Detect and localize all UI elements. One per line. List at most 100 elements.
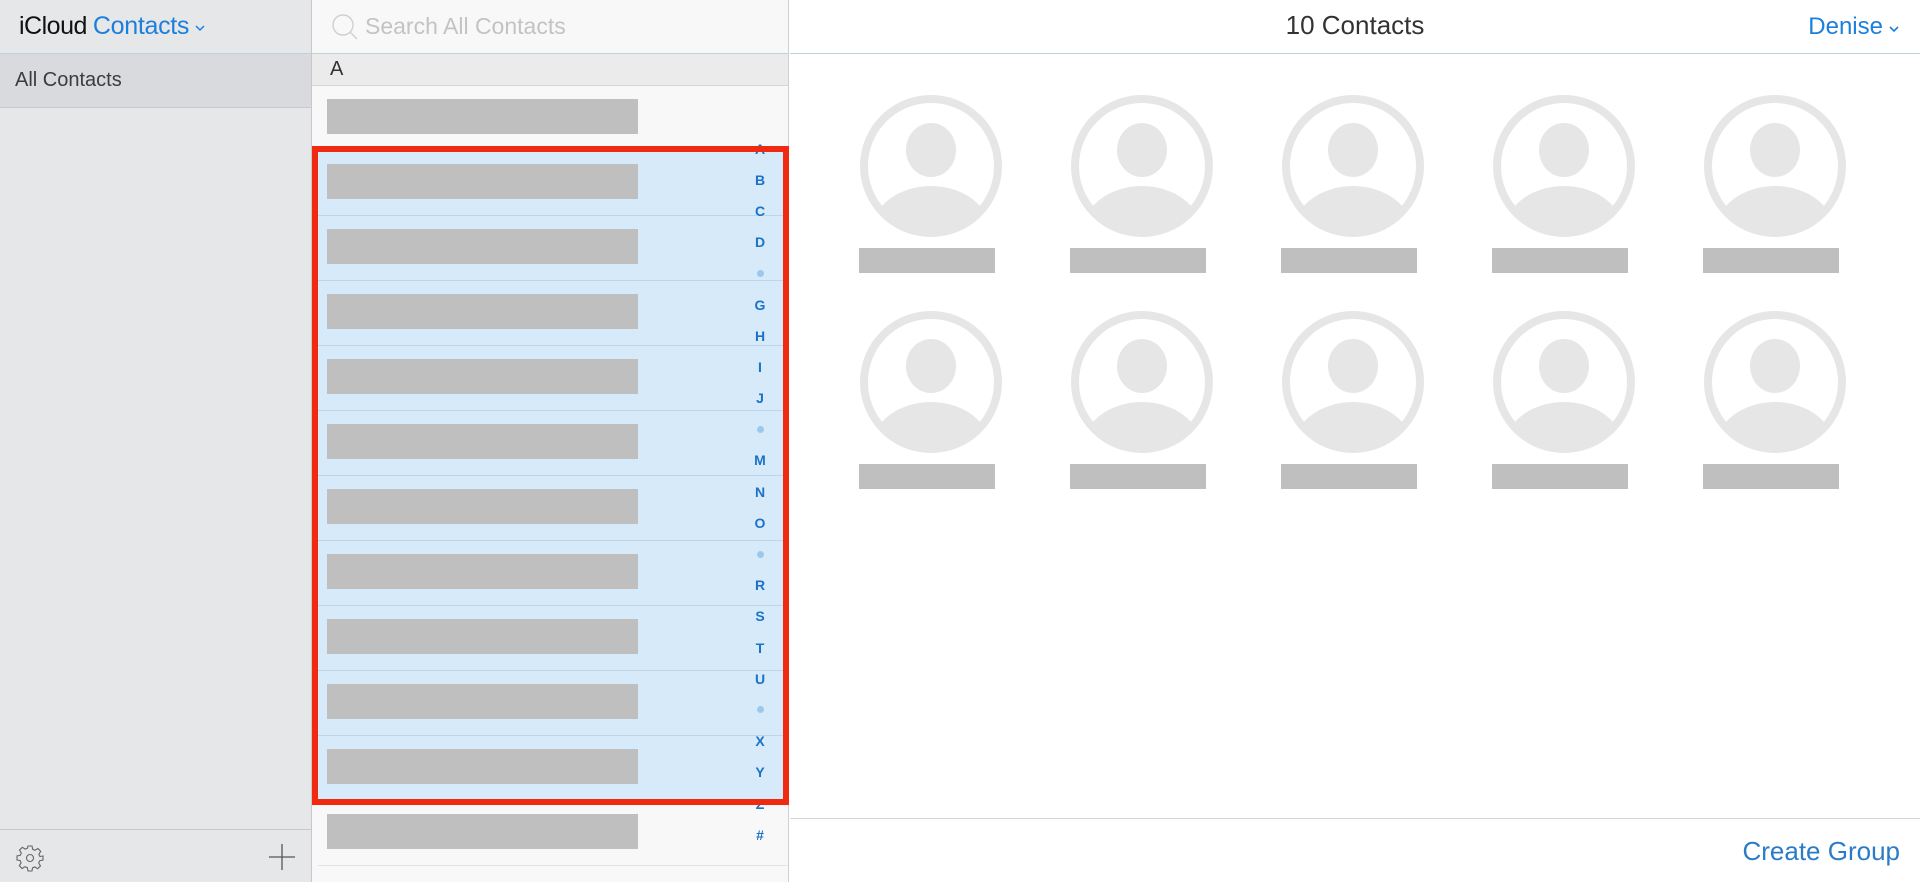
contact-row[interactable] xyxy=(312,476,788,541)
create-group-button[interactable]: Create Group xyxy=(1742,836,1900,867)
contact-card[interactable] xyxy=(1468,93,1679,279)
search-icon xyxy=(332,13,358,39)
contact-row[interactable] xyxy=(312,541,788,606)
contact-card[interactable] xyxy=(1679,309,1890,495)
avatar-placeholder-icon xyxy=(1704,311,1846,453)
contact-name-redacted xyxy=(327,359,638,394)
contact-row[interactable] xyxy=(312,606,788,671)
contact-card[interactable] xyxy=(1468,309,1679,495)
contact-card[interactable] xyxy=(1257,309,1468,495)
contact-name-redacted xyxy=(1070,248,1206,273)
contact-card-grid xyxy=(835,93,1890,495)
contact-row[interactable] xyxy=(312,736,788,801)
dot-icon xyxy=(756,269,764,277)
contact-card[interactable] xyxy=(1257,93,1468,279)
gear-icon[interactable] xyxy=(16,844,44,872)
main-header: 10 Contacts Denise xyxy=(790,0,1920,54)
avatar-placeholder-icon xyxy=(1282,95,1424,237)
search-input[interactable] xyxy=(365,13,745,40)
sidebar-item-label: All Contacts xyxy=(15,69,122,91)
index-dot[interactable] xyxy=(745,258,775,289)
index-letter[interactable]: A xyxy=(745,133,775,164)
avatar-placeholder-icon xyxy=(1493,311,1635,453)
index-dot[interactable] xyxy=(745,538,775,569)
contact-name-redacted xyxy=(327,749,638,784)
user-menu[interactable]: Denise xyxy=(1808,13,1900,41)
contact-name-redacted xyxy=(1070,464,1206,489)
main-pane: 10 Contacts Denise Create Group xyxy=(790,0,1920,882)
contact-row[interactable] xyxy=(312,281,788,346)
avatar-placeholder-icon xyxy=(1704,95,1846,237)
index-letter[interactable]: O xyxy=(745,507,775,538)
index-letter[interactable]: J xyxy=(745,383,775,414)
contact-list-pane: A xyxy=(312,0,789,882)
contact-name-redacted xyxy=(1281,248,1417,273)
index-letter[interactable]: H xyxy=(745,320,775,351)
contact-row[interactable] xyxy=(312,801,788,866)
contact-row[interactable] xyxy=(312,671,788,736)
contact-card[interactable] xyxy=(1046,93,1257,279)
avatar-placeholder-icon xyxy=(860,311,1002,453)
index-letter[interactable]: I xyxy=(745,351,775,382)
contact-card[interactable] xyxy=(835,309,1046,495)
index-dot[interactable] xyxy=(745,414,775,445)
index-letter[interactable]: T xyxy=(745,632,775,663)
contact-row[interactable] xyxy=(312,346,788,411)
avatar-placeholder-icon xyxy=(1071,311,1213,453)
page-title: 10 Contacts xyxy=(1285,10,1425,40)
contact-name-redacted xyxy=(1703,464,1839,489)
index-letter[interactable]: U xyxy=(745,663,775,694)
contact-rows xyxy=(312,86,788,866)
contact-name-redacted xyxy=(327,554,638,589)
main-footer: Create Group xyxy=(790,818,1920,882)
app-header[interactable]: iCloud Contacts xyxy=(0,0,311,54)
contact-name-redacted xyxy=(327,814,638,849)
contact-name-redacted xyxy=(1703,248,1839,273)
index-letter[interactable]: Y xyxy=(745,757,775,788)
avatar-placeholder-icon xyxy=(860,95,1002,237)
index-letter[interactable]: M xyxy=(745,445,775,476)
contact-name-redacted xyxy=(327,99,638,134)
index-letter[interactable]: G xyxy=(745,289,775,320)
product-name[interactable]: Contacts xyxy=(93,12,190,41)
avatar-placeholder-icon xyxy=(1282,311,1424,453)
index-letter[interactable]: C xyxy=(745,195,775,226)
dot-icon xyxy=(756,706,764,714)
user-name: Denise xyxy=(1808,13,1883,40)
contact-name-redacted xyxy=(327,294,638,329)
contact-name-redacted xyxy=(1492,248,1628,273)
contact-card[interactable] xyxy=(1046,309,1257,495)
sidebar-footer xyxy=(0,829,311,882)
index-letter[interactable]: N xyxy=(745,476,775,507)
contact-name-redacted xyxy=(327,684,638,719)
contact-name-redacted xyxy=(327,424,638,459)
app-name: iCloud xyxy=(19,12,87,40)
dot-icon xyxy=(756,425,764,433)
contact-card[interactable] xyxy=(1679,93,1890,279)
index-letter[interactable]: S xyxy=(745,601,775,632)
contact-name-redacted xyxy=(327,619,638,654)
contact-row[interactable] xyxy=(312,151,788,216)
sidebar-item-all-contacts[interactable]: All Contacts xyxy=(0,54,311,108)
contact-name-redacted xyxy=(1492,464,1628,489)
alphabet-index[interactable]: A B C D G H I J M N O R S T U X Y Z # xyxy=(745,133,775,850)
contact-row[interactable] xyxy=(312,86,788,151)
index-letter[interactable]: B xyxy=(745,164,775,195)
plus-icon[interactable] xyxy=(268,843,296,871)
dot-icon xyxy=(756,550,764,558)
chevron-down-icon[interactable] xyxy=(195,23,205,33)
index-letter[interactable]: X xyxy=(745,726,775,757)
index-dot[interactable] xyxy=(745,694,775,725)
sidebar: iCloud Contacts All Contacts xyxy=(0,0,312,882)
contact-card[interactable] xyxy=(835,93,1046,279)
row-divider xyxy=(318,865,788,866)
index-letter[interactable]: R xyxy=(745,570,775,601)
index-letter[interactable]: # xyxy=(745,819,775,850)
search-bar[interactable] xyxy=(312,0,788,54)
contact-row[interactable] xyxy=(312,411,788,476)
contact-name-redacted xyxy=(327,489,638,524)
chevron-down-icon xyxy=(1889,25,1899,32)
contact-row[interactable] xyxy=(312,216,788,281)
index-letter[interactable]: D xyxy=(745,227,775,258)
index-letter[interactable]: Z xyxy=(745,788,775,819)
